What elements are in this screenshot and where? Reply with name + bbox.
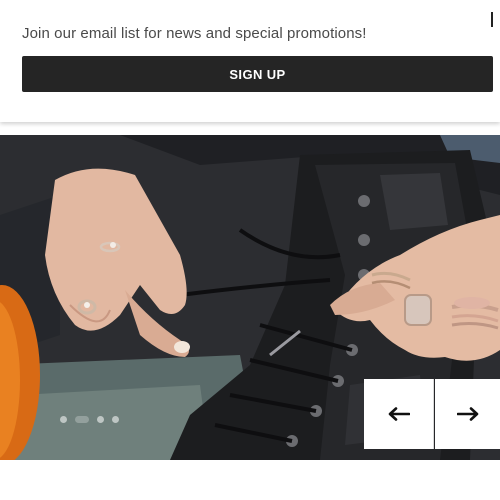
- carousel-dot[interactable]: [112, 416, 119, 423]
- arrow-right-icon: [456, 407, 478, 421]
- carousel-dot[interactable]: [60, 416, 67, 423]
- carousel-dot-active[interactable]: [75, 416, 89, 423]
- promo-message: Join our email list for news and special…: [22, 25, 367, 42]
- arrow-left-icon: [388, 407, 410, 421]
- previous-slide-button[interactable]: [364, 379, 434, 449]
- carousel-dot[interactable]: [97, 416, 104, 423]
- next-slide-button[interactable]: [435, 379, 500, 449]
- sign-up-button[interactable]: SIGN UP: [22, 56, 493, 92]
- email-signup-banner: Join our email list for news and special…: [0, 0, 500, 122]
- close-icon[interactable]: [491, 12, 493, 27]
- carousel-indicators: [60, 416, 119, 423]
